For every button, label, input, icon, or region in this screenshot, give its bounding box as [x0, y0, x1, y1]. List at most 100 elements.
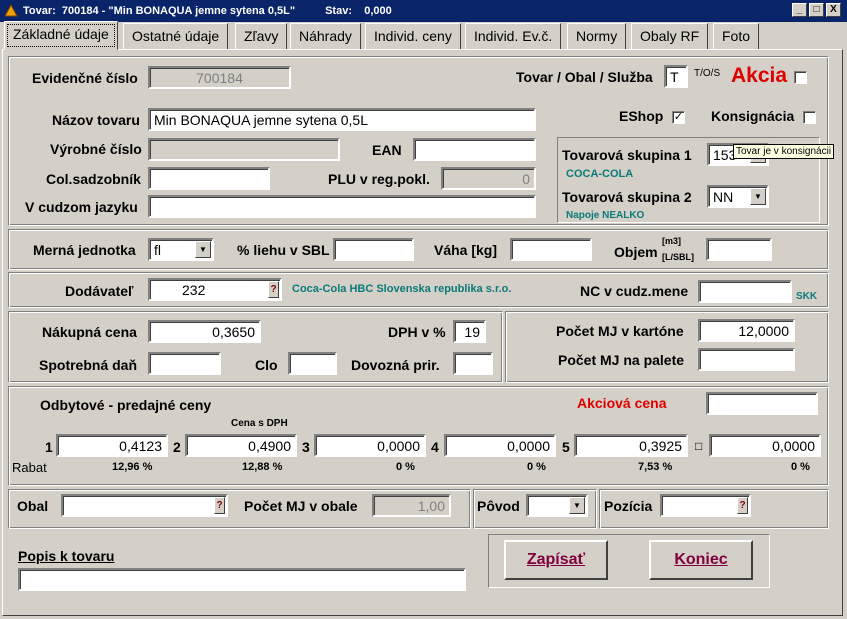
- konsignacia-tooltip: Tovar je v konsignácii: [733, 144, 835, 159]
- unit-label: Merná jednotka: [33, 242, 136, 258]
- price-field-5[interactable]: 0,3925: [574, 434, 688, 457]
- dph-note: Cena s DPH: [231, 418, 288, 429]
- rabat-1: 12,96 %: [112, 461, 153, 473]
- maximize-button[interactable]: □: [809, 3, 824, 17]
- ean-label: EAN: [372, 142, 402, 158]
- akcia-checkbox[interactable]: [794, 71, 807, 84]
- tab-zakladne-udaje[interactable]: Základné údaje: [4, 21, 118, 50]
- clo-field[interactable]: [288, 352, 337, 375]
- carton-field[interactable]: 12,0000: [698, 319, 795, 342]
- foreign-field[interactable]: [148, 195, 536, 218]
- price-num-2: 2: [173, 439, 181, 455]
- col-label: Col.sadzobník: [46, 171, 141, 187]
- povod-label: Pôvod: [477, 498, 520, 514]
- excise-field[interactable]: [148, 352, 221, 375]
- currency-label: SKK: [796, 291, 818, 302]
- rabat-4: 0 %: [527, 461, 546, 473]
- pallet-field[interactable]: [698, 348, 795, 371]
- konsig-checkbox[interactable]: [803, 111, 816, 124]
- tab-normy[interactable]: Normy: [567, 23, 627, 50]
- obal-label: Obal: [17, 498, 49, 514]
- help-icon[interactable]: ?: [737, 497, 748, 514]
- help-icon[interactable]: ?: [214, 497, 225, 514]
- type-field[interactable]: T: [664, 65, 688, 88]
- weight-field[interactable]: [510, 238, 592, 261]
- obal-field[interactable]: ?: [61, 494, 228, 517]
- volume-field[interactable]: [706, 238, 772, 261]
- popis-label: Popis k tovaru: [18, 548, 115, 564]
- vyrob-label: Výrobné číslo: [50, 141, 142, 157]
- group2-select[interactable]: NN ▼: [707, 185, 769, 208]
- purchase-price-field[interactable]: 0,3650: [148, 320, 261, 343]
- popis-field[interactable]: [18, 568, 466, 591]
- supplier-code-field[interactable]: 232 ?: [148, 278, 282, 301]
- pozicia-field[interactable]: ?: [660, 494, 751, 517]
- close-button[interactable]: X: [826, 3, 841, 17]
- tab-obaly-rf[interactable]: Obaly RF: [631, 23, 709, 50]
- name-field[interactable]: Min BONAQUA jemne sytena 0,5L: [148, 108, 536, 131]
- ean-field[interactable]: [413, 138, 536, 161]
- foreign-label: V cudzom jazyku: [25, 199, 138, 215]
- help-icon[interactable]: ?: [268, 281, 279, 298]
- price-field-1[interactable]: 0,4123: [56, 434, 168, 457]
- import-field[interactable]: [453, 352, 493, 375]
- carton-label: Počet MJ v kartóne: [556, 323, 684, 339]
- type-label: Tovar / Obal / Služba: [516, 69, 653, 85]
- volume-unit-bottom: [L/SBL]: [662, 252, 694, 262]
- pozicia-label: Pozícia: [604, 498, 653, 514]
- clo-label: Clo: [255, 357, 278, 373]
- vyrob-field: [148, 138, 340, 161]
- minimize-button[interactable]: _: [792, 3, 807, 17]
- akcia-label: Akcia: [731, 64, 788, 87]
- save-button[interactable]: Zapísať: [504, 540, 608, 580]
- eshop-checkbox[interactable]: ✓: [672, 111, 685, 124]
- supplier-name: Coca-Cola HBC Slovenska republika s.r.o.: [292, 283, 512, 295]
- price-field-2[interactable]: 0,4900: [185, 434, 297, 457]
- konsig-label: Konsignácia: [711, 108, 795, 124]
- app-icon: [4, 4, 18, 17]
- window-title: Tovar: 700184 - "Min BONAQUA jemne syten…: [23, 5, 296, 17]
- rabat-6: 0 %: [791, 461, 810, 473]
- volume-label: Objem: [614, 244, 658, 260]
- price-field-6[interactable]: 0,0000: [709, 434, 821, 457]
- price-field-3[interactable]: 0,0000: [314, 434, 426, 457]
- price-num-3: 3: [302, 439, 310, 455]
- group2-label: Tovarová skupina 2: [562, 189, 692, 205]
- chevron-down-icon[interactable]: ▼: [195, 241, 211, 258]
- alcohol-field[interactable]: [333, 238, 414, 261]
- obal-count-label: Počet MJ v obale: [244, 498, 358, 514]
- tab-zlavy[interactable]: Zľavy: [235, 23, 288, 50]
- obal-count-field: 1,00: [372, 494, 451, 517]
- group1-label: Tovarová skupina 1: [562, 147, 692, 163]
- rabat-5: 7,53 %: [638, 461, 673, 473]
- price-num-5: 5: [562, 439, 570, 455]
- tab-individ-ceny[interactable]: Individ. ceny: [365, 23, 461, 50]
- import-label: Dovozná prir.: [351, 357, 440, 373]
- povod-select[interactable]: ▼: [526, 494, 588, 517]
- plu-label: PLU v reg.pokl.: [328, 171, 430, 187]
- price-num-4: 4: [431, 439, 439, 455]
- rabat-3: 0 %: [396, 461, 415, 473]
- type-hint: T/O/S: [694, 68, 721, 79]
- purchase-price-label: Nákupná cena: [42, 324, 137, 340]
- col-field[interactable]: [148, 167, 270, 190]
- rabat-2: 12,88 %: [242, 461, 283, 473]
- dph-field[interactable]: 19: [453, 320, 486, 343]
- akciova-field[interactable]: [706, 392, 818, 415]
- weight-label: Váha [kg]: [434, 242, 498, 258]
- chevron-down-icon[interactable]: ▼: [569, 497, 585, 514]
- tab-nahrady[interactable]: Náhrady: [290, 23, 361, 50]
- akciova-label: Akciová cena: [577, 395, 667, 411]
- name-label: Názov tovaru: [52, 112, 140, 128]
- tab-ostatne-udaje[interactable]: Ostatné údaje: [123, 23, 229, 50]
- unit-select[interactable]: fl ▼: [148, 238, 214, 261]
- tab-individ-evc[interactable]: Individ. Ev.č.: [465, 23, 562, 50]
- chevron-down-icon[interactable]: ▼: [750, 188, 766, 205]
- prices-title: Odbytové - predajné ceny: [40, 397, 212, 413]
- price-field-4[interactable]: 0,0000: [444, 434, 556, 457]
- end-button[interactable]: Koniec: [649, 540, 753, 580]
- title-bar: Tovar: 700184 - "Min BONAQUA jemne syten…: [0, 0, 847, 22]
- supplier-label: Dodávateľ: [65, 283, 134, 299]
- tab-foto[interactable]: Foto: [713, 23, 760, 50]
- nc-field[interactable]: [698, 280, 792, 303]
